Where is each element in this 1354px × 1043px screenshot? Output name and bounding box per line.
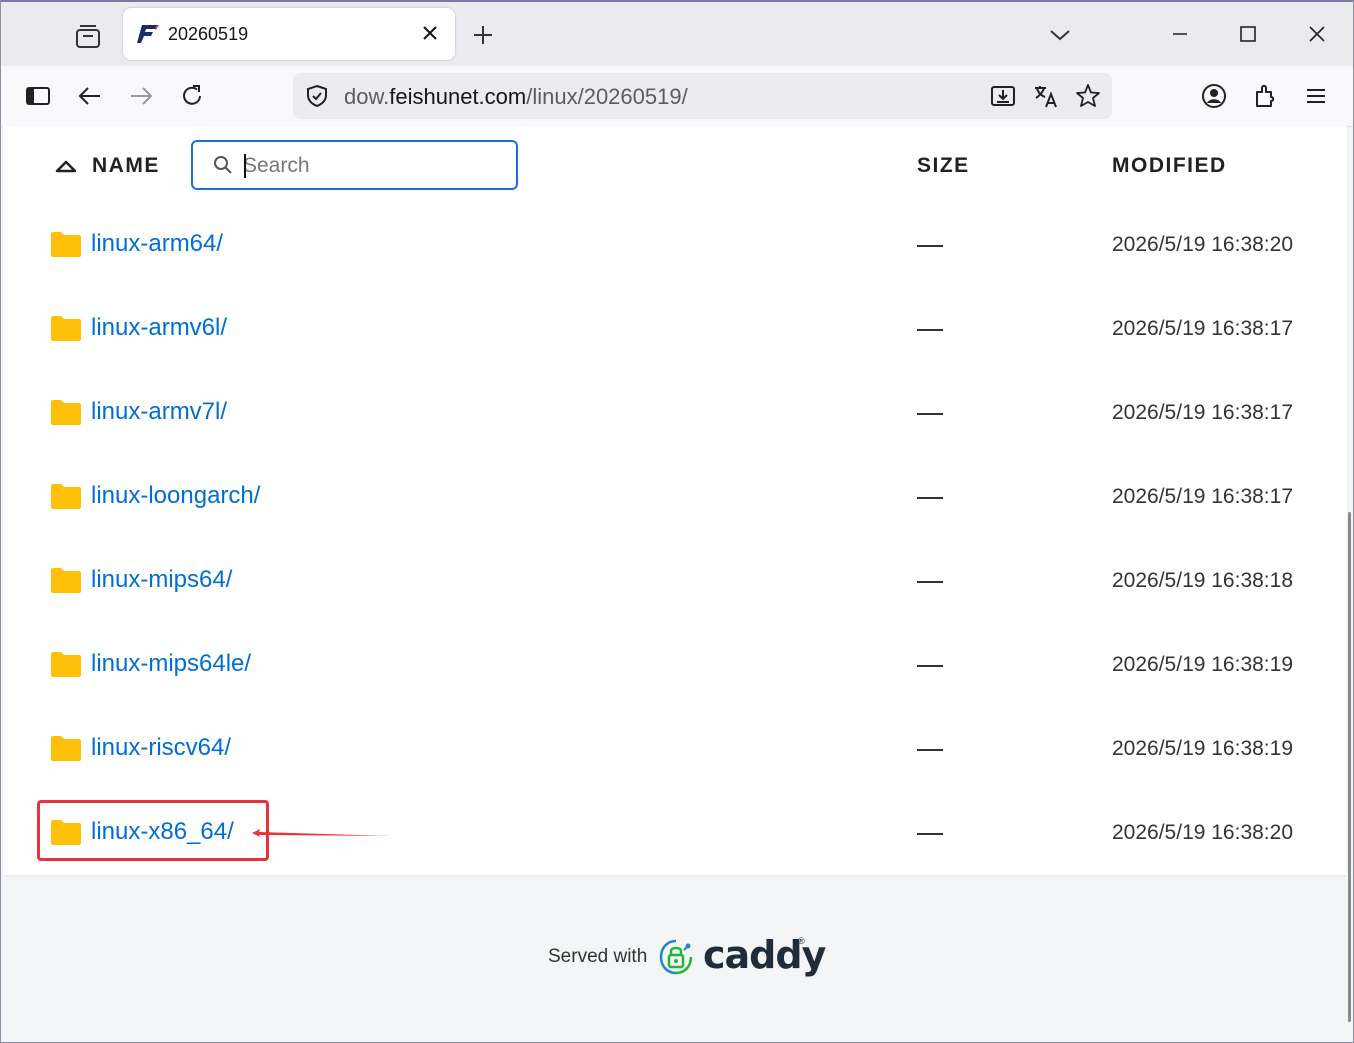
size-dash xyxy=(917,581,943,583)
modified-time: 2026/5/19 16:38:18 xyxy=(1112,569,1294,592)
folder-icon[interactable] xyxy=(50,398,82,426)
caddy-logo-icon[interactable] xyxy=(658,938,694,978)
size-dash xyxy=(917,749,943,751)
favicon-icon xyxy=(137,23,159,45)
back-icon[interactable] xyxy=(76,82,104,110)
modified-time: 2026/5/19 16:38:17 xyxy=(1112,485,1294,508)
folder-icon[interactable] xyxy=(50,314,82,342)
size-dash xyxy=(917,665,943,667)
plus-icon[interactable] xyxy=(470,22,496,48)
folder-icon[interactable] xyxy=(50,650,82,678)
trademark-mark: ® xyxy=(798,936,805,946)
modified-time: 2026/5/19 16:38:20 xyxy=(1112,233,1294,256)
size-dash xyxy=(917,833,943,835)
chevron-down-icon[interactable] xyxy=(1048,24,1072,46)
folder-link[interactable]: linux-mips64/ xyxy=(91,566,232,594)
folder-icon[interactable] xyxy=(50,734,82,762)
folder-link[interactable]: linux-riscv64/ xyxy=(91,734,231,762)
maximize-icon[interactable] xyxy=(1234,20,1262,48)
table-row[interactable]: linux-loongarch/2026/5/19 16:38:17 xyxy=(3,482,1347,566)
table-row[interactable]: linux-arm64/2026/5/19 16:38:20 xyxy=(3,230,1347,314)
tab-title: 20260519 xyxy=(168,24,249,44)
caddy-brand-text[interactable]: caddy xyxy=(703,933,826,977)
search-box[interactable] xyxy=(191,140,518,190)
tab-bar: 20260519 xyxy=(0,0,1354,66)
reload-icon[interactable] xyxy=(178,82,206,110)
search-input[interactable] xyxy=(243,152,503,180)
modified-time: 2026/5/19 16:38:19 xyxy=(1112,653,1294,676)
table-header: NAME SIZE MODIFIED xyxy=(3,126,1347,206)
served-with-text: Served with xyxy=(548,946,648,967)
minimize-icon[interactable] xyxy=(1166,20,1194,48)
menu-icon[interactable] xyxy=(1302,82,1330,110)
tab-list-icon[interactable] xyxy=(72,22,104,52)
size-dash xyxy=(917,413,943,415)
footer: Served with caddy ® xyxy=(0,930,1354,990)
url-host: feishunet.com xyxy=(389,84,527,109)
shield-icon[interactable] xyxy=(305,84,329,108)
url-bar[interactable]: dow.feishunet.com/linux/20260519/ xyxy=(293,73,1112,119)
highlight-box xyxy=(37,800,269,861)
modified-time: 2026/5/19 16:38:17 xyxy=(1112,317,1294,340)
window-close-icon[interactable] xyxy=(1303,20,1331,48)
size-column-header[interactable]: SIZE xyxy=(917,154,970,178)
listing-card: NAME SIZE MODIFIED linux-arm64/2026/5/19… xyxy=(3,126,1347,875)
url-prefix: dow. xyxy=(344,84,390,109)
modified-column-header[interactable]: MODIFIED xyxy=(1112,154,1227,178)
table-row[interactable]: linux-armv6l/2026/5/19 16:38:17 xyxy=(3,314,1347,398)
folder-link[interactable]: linux-mips64le/ xyxy=(91,650,251,678)
text-caret xyxy=(244,154,246,178)
size-dash xyxy=(917,497,943,499)
nav-bar: dow.feishunet.com/linux/20260519/ xyxy=(0,66,1354,127)
name-column-header[interactable]: NAME xyxy=(92,154,160,178)
table-row[interactable]: linux-mips64le/2026/5/19 16:38:19 xyxy=(3,650,1347,734)
active-tab[interactable]: 20260519 xyxy=(123,8,455,60)
folder-icon[interactable] xyxy=(50,482,82,510)
table-row[interactable]: linux-armv7l/2026/5/19 16:38:17 xyxy=(3,398,1347,482)
scrollbar-thumb[interactable] xyxy=(1348,512,1351,1022)
folder-icon[interactable] xyxy=(50,230,82,258)
close-icon[interactable] xyxy=(419,22,441,44)
sort-up-icon[interactable] xyxy=(55,159,77,173)
translate-icon[interactable] xyxy=(1033,83,1059,109)
url-path: /linux/20260519/ xyxy=(526,84,688,109)
modified-time: 2026/5/19 16:38:19 xyxy=(1112,737,1294,760)
account-icon[interactable] xyxy=(1200,82,1228,110)
star-icon[interactable] xyxy=(1075,83,1101,109)
arrow-annotation xyxy=(252,829,392,837)
modified-time: 2026/5/19 16:38:20 xyxy=(1112,821,1294,844)
search-icon xyxy=(213,155,233,175)
extensions-icon[interactable] xyxy=(1252,82,1280,110)
download-icon[interactable] xyxy=(990,83,1016,109)
modified-time: 2026/5/19 16:38:17 xyxy=(1112,401,1294,424)
folder-link[interactable]: linux-loongarch/ xyxy=(91,482,260,510)
folder-link[interactable]: linux-armv6l/ xyxy=(91,314,227,342)
table-row[interactable]: linux-mips64/2026/5/19 16:38:18 xyxy=(3,566,1347,650)
folder-icon[interactable] xyxy=(50,566,82,594)
forward-icon[interactable] xyxy=(127,82,155,110)
size-dash xyxy=(917,329,943,331)
folder-link[interactable]: linux-arm64/ xyxy=(91,230,223,258)
url-text[interactable]: dow.feishunet.com/linux/20260519/ xyxy=(344,84,688,110)
size-dash xyxy=(917,245,943,247)
sidebar-icon[interactable] xyxy=(24,82,52,110)
folder-link[interactable]: linux-armv7l/ xyxy=(91,398,227,426)
